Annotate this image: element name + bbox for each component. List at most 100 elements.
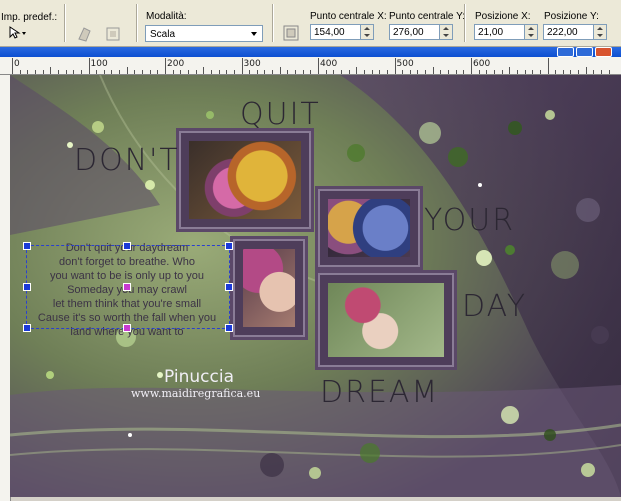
word-your: YOUR [424,203,516,238]
ruler-tick [402,70,404,74]
ruler-tick [432,67,434,74]
handle-left-middle[interactable] [23,283,31,291]
ruler-tick [42,70,44,74]
maximize-icon[interactable] [576,47,593,57]
ruler-tick [532,70,534,74]
mode-select[interactable]: Scala [145,25,263,42]
handle-top-left[interactable] [23,242,31,250]
ruler-tick [203,67,205,74]
handle-bottom-left[interactable] [23,324,31,332]
pos-y-spinner[interactable] [594,24,607,40]
handle-top-middle[interactable] [123,242,131,250]
ruler-tick [463,70,465,74]
center-y-label: Punto centrale Y: [389,11,465,22]
image-canvas[interactable]: QUIT DON'T YOUR DAY DREAM Don't quit you… [10,75,621,497]
pos-y-input[interactable]: 222,00 [543,24,594,40]
ruler-tick [356,67,358,74]
pos-y-label: Posizione Y: [544,11,599,22]
chevron-down-icon [251,32,257,36]
transform-icon[interactable] [104,25,124,45]
ruler-tick [340,70,342,74]
ruler-tick [50,67,52,74]
ruler-tick [73,70,75,74]
ruler-tick [310,70,312,74]
ruler-tick [379,70,381,74]
ruler-tick [516,70,518,74]
center-y-spinner[interactable] [440,24,453,40]
ruler-tick [585,67,587,74]
pointer-icon [9,26,26,39]
ruler-tick [486,70,488,74]
pos-x-spinner[interactable] [525,24,538,40]
ruler-tick [65,70,67,74]
center-x-input[interactable]: 154,00 [310,24,361,40]
ruler-tick [111,70,113,74]
close-icon[interactable] [595,47,612,57]
minimize-icon[interactable] [557,47,574,57]
handle-center[interactable] [123,283,131,291]
ruler-tick [226,70,228,74]
ruler-tick [27,70,29,74]
ruler-tick [295,70,297,74]
watermark-signature: Pinuccia [164,367,234,387]
ruler-tick [80,70,82,74]
ruler-tick [96,70,98,74]
pos-x-label: Posizione X: [475,11,531,22]
handle-right-middle[interactable] [225,283,233,291]
ruler-tick [363,70,365,74]
word-dont: DON'T [74,143,180,178]
wool-photo [328,199,410,257]
reset-icon[interactable] [76,25,96,45]
ruler-tick [578,70,580,74]
ruler-tick [149,70,151,74]
ruler-tick [195,70,197,74]
ruler-tick [394,58,396,74]
ruler-tick [279,67,281,74]
document-title-bar[interactable] [0,47,621,57]
pos-x-input[interactable]: 21,00 [474,24,525,40]
ruler-tick [34,70,36,74]
ruler-tick [371,70,373,74]
yarn-photo [189,141,301,219]
mode-value: Scala [150,29,176,40]
ruler-label: 500 [396,59,414,69]
ruler-tick [570,70,572,74]
ruler-tick [440,70,442,74]
ruler-tick [180,70,182,74]
ruler-tick [272,70,274,74]
ruler-tick [249,70,251,74]
ruler-tick [187,70,189,74]
center-x-spinner[interactable] [361,24,374,40]
ruler-tick [12,58,13,74]
ruler-tick [264,70,266,74]
horizontal-ruler: 0 100 200 300 400 500 600 [0,57,621,75]
ruler-tick [348,70,350,74]
ruler-tick [218,70,220,74]
word-day: DAY [462,289,528,324]
ruler-tick [555,70,557,74]
handle-bottom-middle[interactable] [123,324,131,332]
ruler-tick [455,70,457,74]
ruler-tick [126,67,128,74]
ruler-tick [165,58,166,74]
ruler-label: 0 [14,59,20,69]
ruler-tick [409,70,411,74]
ruler-tick [325,70,327,74]
ruler-tick [593,70,595,74]
watermark-website: www.maidiregrafica.eu [131,387,261,400]
ruler-tick [233,70,235,74]
ruler-tick [601,70,603,74]
ruler-label: 200 [167,59,185,69]
face-photo [243,249,295,327]
ruler-label: 600 [473,59,491,69]
ruler-tick [547,58,549,74]
ruler-tick [478,70,480,74]
ruler-tick [471,58,472,74]
handle-bottom-right[interactable] [225,324,233,332]
center-y-input[interactable]: 276,00 [389,24,440,40]
tool-options-bar: Imp. predef.: Modalità: Scala Punto cent… [0,0,621,47]
center-icon[interactable] [282,24,302,44]
handle-top-right[interactable] [225,242,233,250]
preset-picker[interactable] [8,26,28,46]
preset-label: Imp. predef.: [1,12,58,23]
